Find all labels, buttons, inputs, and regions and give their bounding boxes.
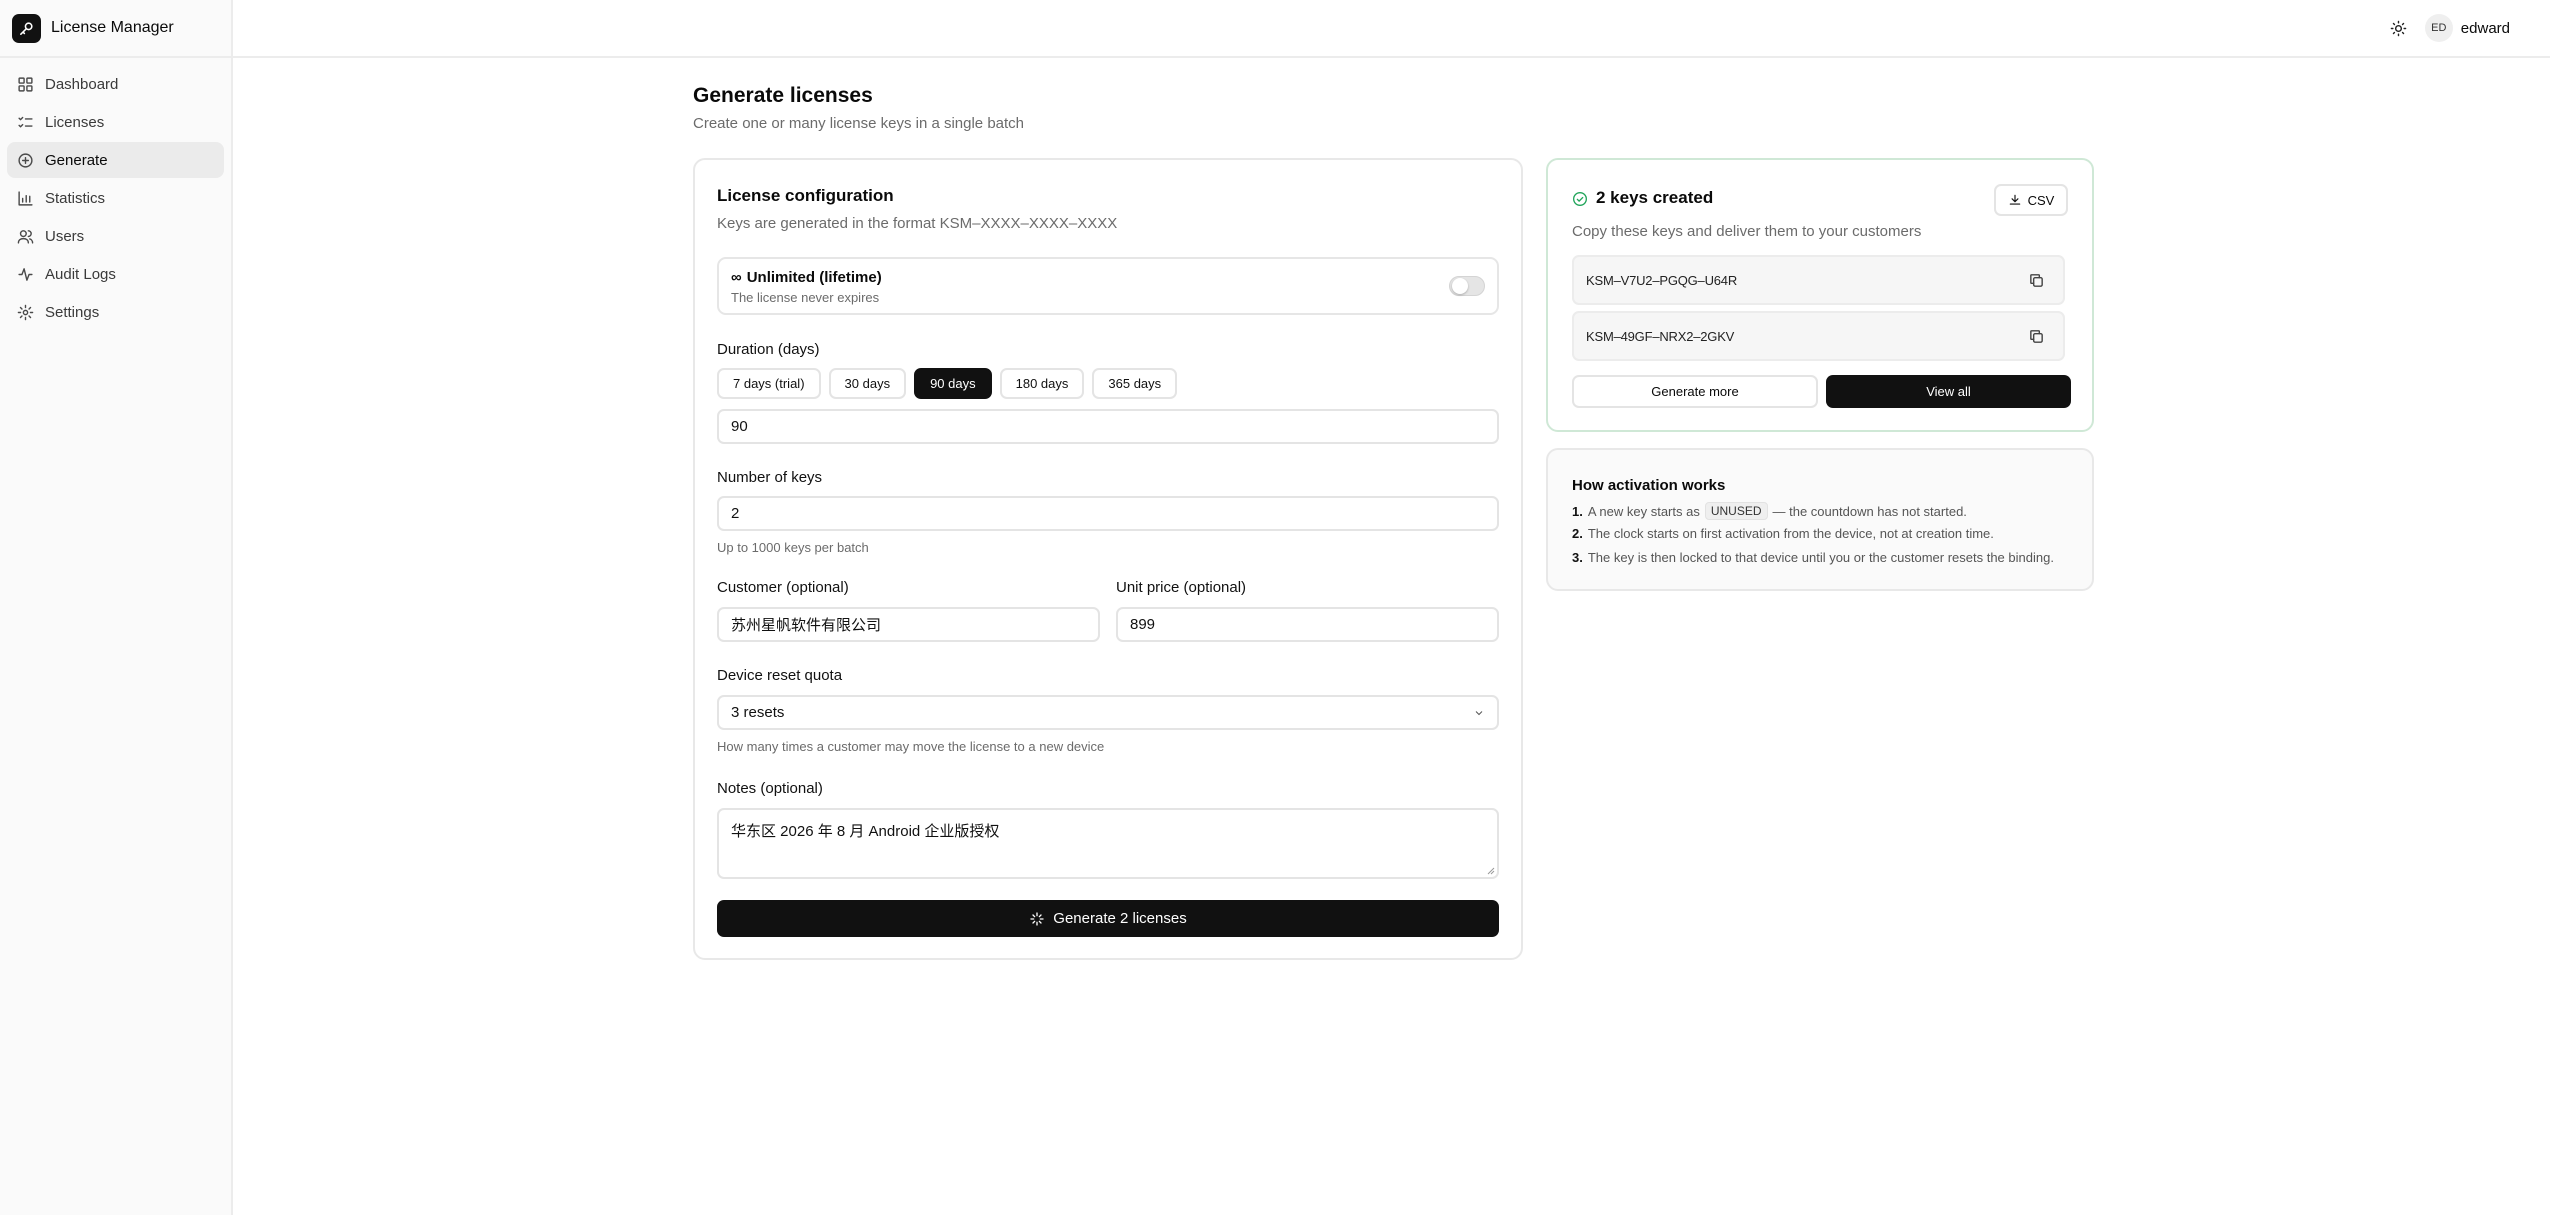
keys-created-title: 2 keys created	[1596, 188, 1714, 207]
chevron-down-icon	[1475, 711, 1483, 716]
activation-title: How activation works	[1572, 477, 1726, 494]
top-header: ED edward	[233, 0, 2550, 58]
number-of-keys-label: Number of keys	[717, 469, 823, 486]
app-name: License Manager	[51, 19, 174, 36]
notes-label: Notes (optional)	[717, 780, 823, 797]
activation-step: 3. The key is then locked to that device…	[1572, 550, 2054, 565]
theme-toggle-button[interactable]	[2383, 12, 2415, 44]
duration-preset-7[interactable]: 7 days (trial)	[717, 368, 821, 399]
lifetime-toggle[interactable]	[1449, 276, 1485, 296]
toggle-knob	[1452, 278, 1468, 294]
infinity-icon: ∞	[731, 269, 742, 286]
brand[interactable]: License Manager	[0, 0, 231, 58]
license-key-row: KSM–49GF–NRX2–2GKV	[1572, 311, 2065, 361]
users-icon	[17, 229, 34, 244]
device-reset-value: 3 resets	[731, 704, 785, 721]
page-title: Generate licenses	[693, 84, 873, 107]
number-of-keys-input[interactable]: 2	[717, 496, 1499, 531]
duration-preset-30[interactable]: 30 days	[828, 368, 907, 399]
unit-price-input[interactable]: 899	[1116, 607, 1499, 642]
sidebar-item-dashboard[interactable]: Dashboard	[7, 66, 224, 102]
generate-more-button[interactable]: Generate more	[1572, 375, 1818, 408]
list-checks-icon	[18, 116, 33, 127]
sidebar-item-audit-logs[interactable]: Audit Logs	[7, 256, 224, 292]
duration-label: Duration (days)	[717, 341, 820, 358]
sidebar-item-statistics[interactable]: Statistics	[7, 180, 224, 216]
config-title: License configuration	[717, 186, 894, 205]
sidebar-item-label: Dashboard	[45, 75, 119, 93]
keys-created-card: 2 keys created CSV Copy these keys and d…	[1546, 158, 2094, 432]
duration-preset-90[interactable]: 90 days	[914, 368, 992, 399]
license-key: KSM–V7U2–PGQG–U64R	[1586, 272, 1738, 288]
activation-info-card: How activation works 1. A new key starts…	[1546, 448, 2094, 591]
license-key-row: KSM–V7U2–PGQG–U64R	[1572, 255, 2065, 305]
activity-icon	[18, 267, 33, 281]
check-circle-icon	[1573, 192, 1587, 206]
number-of-keys-hint: Up to 1000 keys per batch	[717, 540, 869, 555]
duration-preset-365[interactable]: 365 days	[1092, 368, 1178, 399]
download-icon	[2009, 194, 2020, 205]
view-all-button[interactable]: View all	[1826, 375, 2071, 408]
activation-step: 1. A new key starts as UNUSED — the coun…	[1572, 502, 1967, 520]
sidebar-item-label: Licenses	[45, 113, 105, 131]
key-logo-icon	[12, 13, 41, 43]
sidebar-item-label: Users	[45, 227, 85, 245]
notes-value: 华东区 2026 年 8 月 Android 企业版授权	[731, 823, 1000, 840]
duration-input[interactable]: 90	[717, 409, 1499, 444]
sidebar-item-licenses[interactable]: Licenses	[7, 104, 224, 140]
lifetime-option: ∞ Unlimited (lifetime) The license never…	[717, 257, 1499, 315]
sun-icon	[2391, 20, 2407, 36]
notes-textarea[interactable]: 华东区 2026 年 8 月 Android 企业版授权	[717, 808, 1499, 879]
customer-input[interactable]: 苏州星帆软件有限公司	[717, 607, 1100, 642]
username[interactable]: edward	[2461, 20, 2510, 37]
config-subtitle: Keys are generated in the format KSM–XXX…	[717, 215, 1118, 232]
status-code-tag: UNUSED	[1704, 502, 1768, 520]
plus-circle-icon	[18, 152, 33, 168]
sidebar-item-settings[interactable]: Settings	[7, 294, 224, 330]
copy-icon[interactable]	[2028, 272, 2045, 289]
sidebar-item-label: Audit Logs	[45, 265, 116, 283]
lifetime-subtitle: The license never expires	[731, 290, 880, 305]
activation-step: 2. The clock starts on first activation …	[1572, 526, 1994, 541]
dashboard-grid-icon	[18, 76, 33, 92]
sidebar-item-label: Statistics	[45, 189, 106, 207]
copy-icon[interactable]	[2028, 328, 2045, 345]
gear-icon	[17, 304, 34, 320]
license-configuration-card: License configuration Keys are generated…	[693, 158, 1523, 960]
sidebar-item-generate[interactable]: Generate	[7, 142, 224, 178]
duration-presets: 7 days (trial) 30 days 90 days 180 days …	[717, 368, 1185, 399]
sidebar-item-label: Generate	[45, 151, 108, 169]
device-reset-hint: How many times a customer may move the l…	[717, 739, 1105, 754]
csv-download-button[interactable]: CSV	[1994, 184, 2068, 216]
device-reset-select[interactable]: 3 resets	[717, 695, 1499, 730]
avatar[interactable]: ED	[2424, 14, 2453, 42]
customer-label: Customer (optional)	[717, 579, 849, 596]
unit-price-label: Unit price (optional)	[1116, 579, 1247, 596]
resize-grip-icon[interactable]	[1487, 867, 1495, 875]
page-subtitle: Create one or many license keys in a sin…	[693, 115, 1025, 132]
keys-created-subtitle: Copy these keys and deliver them to your…	[1572, 223, 1922, 240]
license-key: KSM–49GF–NRX2–2GKV	[1586, 328, 1735, 344]
duration-preset-180[interactable]: 180 days	[999, 368, 1085, 399]
lifetime-title: Unlimited (lifetime)	[746, 269, 882, 286]
generate-button-label: Generate 2 licenses	[1053, 910, 1187, 927]
sidebar-nav: Dashboard Licenses Generate Statistics U…	[0, 58, 231, 340]
bar-chart-icon	[18, 190, 33, 206]
csv-button-label: CSV	[2027, 192, 2055, 208]
sidebar: License Manager Dashboard Licenses Gener…	[0, 0, 233, 1215]
sidebar-item-label: Settings	[45, 303, 100, 321]
device-reset-label: Device reset quota	[717, 667, 843, 684]
sparkles-icon	[1030, 911, 1044, 926]
sidebar-item-users[interactable]: Users	[7, 218, 224, 254]
generate-licenses-button[interactable]: Generate 2 licenses	[717, 900, 1499, 937]
